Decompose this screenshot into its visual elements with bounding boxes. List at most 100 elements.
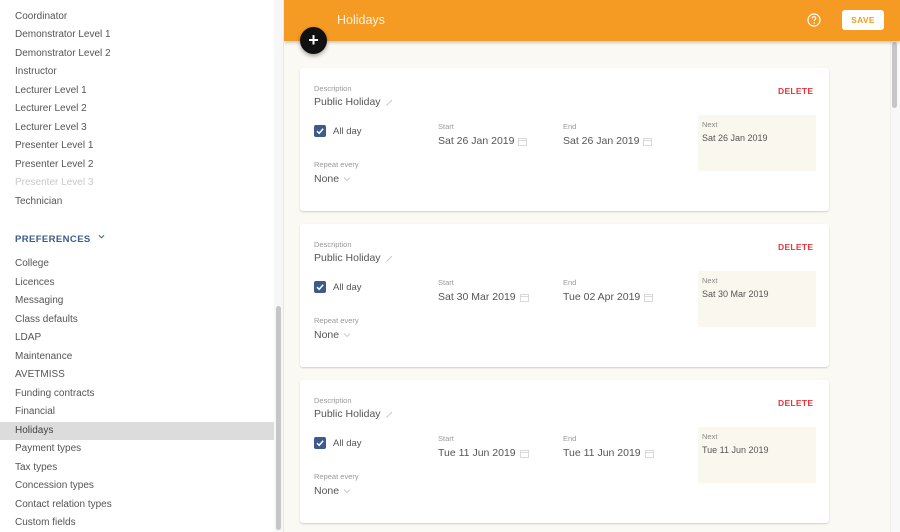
sidebar-item-demonstrator-level-1[interactable]: Demonstrator Level 1	[0, 26, 274, 45]
next-occurrence-box: Next Sat 30 Mar 2019	[698, 271, 816, 327]
description-value: Public Holiday	[314, 252, 381, 264]
sidebar-item-payment-types[interactable]: Payment types	[0, 440, 274, 459]
all-day-label: All day	[333, 126, 362, 137]
page-title: Holidays	[337, 13, 385, 27]
chevron-down-icon	[343, 333, 351, 338]
all-day-checkbox[interactable]	[314, 437, 326, 449]
sidebar-item-concession-types[interactable]: Concession types	[0, 477, 274, 496]
calendar-icon[interactable]	[643, 137, 653, 146]
next-date-value: Sat 26 Jan 2019	[702, 133, 768, 143]
repeat-value: None	[314, 329, 340, 341]
main-panel: Holidays SAVE + Description Public Holid…	[284, 0, 900, 532]
repeat-select[interactable]: None	[314, 485, 351, 497]
sidebar-item-funding-contracts[interactable]: Funding contracts	[0, 385, 274, 404]
start-date-field[interactable]: Sat 26 Jan 2019	[438, 135, 528, 147]
repeat-label: Repeat every	[314, 316, 359, 325]
end-label: End	[563, 434, 577, 443]
sidebar-scrollbar-thumb[interactable]	[276, 306, 281, 530]
calendar-icon[interactable]	[644, 293, 654, 302]
end-date-value: Sat 26 Jan 2019	[563, 135, 640, 147]
sidebar-item-technician[interactable]: Technician	[0, 193, 274, 212]
next-occurrence-box: Next Tue 11 Jun 2019	[698, 427, 816, 483]
sidebar-item-lecturer-level-1[interactable]: Lecturer Level 1	[0, 82, 274, 101]
sidebar-item-instructor[interactable]: Instructor	[0, 63, 274, 82]
calendar-icon[interactable]	[519, 293, 529, 302]
sidebar-item-class-defaults[interactable]: Class defaults	[0, 311, 274, 330]
main-scrollbar-thumb[interactable]	[892, 42, 897, 108]
end-date-field[interactable]: Tue 02 Apr 2019	[563, 291, 654, 303]
next-date-value: Sat 30 Mar 2019	[702, 289, 769, 299]
start-date-value: Sat 30 Mar 2019	[438, 291, 516, 303]
main-scrollbar-track[interactable]	[890, 41, 900, 532]
calendar-icon[interactable]	[519, 449, 529, 458]
app-header: Holidays SAVE	[284, 0, 900, 41]
calendar-icon[interactable]	[644, 449, 654, 458]
sidebar: Contractor Rate 2CoordinatorDemonstrator…	[0, 0, 284, 532]
chevron-down-icon	[343, 489, 351, 494]
sidebar-list: Contractor Rate 2CoordinatorDemonstrator…	[0, 0, 274, 532]
sidebar-item-coordinator[interactable]: Coordinator	[0, 8, 274, 27]
preferences-section-header[interactable]: PREFERENCES	[0, 225, 274, 255]
save-button[interactable]: SAVE	[842, 10, 884, 30]
description-field[interactable]: Public Holiday	[314, 96, 394, 108]
holiday-card: Description Public Holiday DELETE All da…	[300, 380, 829, 523]
sidebar-item-lecturer-level-2[interactable]: Lecturer Level 2	[0, 100, 274, 119]
repeat-select[interactable]: None	[314, 329, 351, 341]
end-date-field[interactable]: Sat 26 Jan 2019	[563, 135, 653, 147]
delete-button[interactable]: DELETE	[778, 398, 813, 408]
sidebar-item-college[interactable]: College	[0, 255, 274, 274]
repeat-select[interactable]: None	[314, 173, 351, 185]
all-day-checkbox[interactable]	[314, 125, 326, 137]
start-date-field[interactable]: Tue 11 Jun 2019	[438, 447, 529, 459]
all-day-checkbox[interactable]	[314, 281, 326, 293]
end-date-field[interactable]: Tue 11 Jun 2019	[563, 447, 654, 459]
sidebar-item-presenter-level-2[interactable]: Presenter Level 2	[0, 156, 274, 175]
delete-button[interactable]: DELETE	[778, 242, 813, 252]
end-date-value: Tue 02 Apr 2019	[563, 291, 641, 303]
description-field[interactable]: Public Holiday	[314, 252, 394, 264]
sidebar-item-licences[interactable]: Licences	[0, 274, 274, 293]
sidebar-item-tax-types[interactable]: Tax types	[0, 459, 274, 478]
start-label: Start	[438, 434, 454, 443]
all-day-label: All day	[333, 438, 362, 449]
sidebar-item-custom-fields[interactable]: Custom fields	[0, 514, 274, 532]
sidebar-item-messaging[interactable]: Messaging	[0, 292, 274, 311]
help-circle-icon[interactable]	[807, 13, 821, 27]
description-label: Description	[314, 240, 352, 249]
sidebar-item-presenter-level-3[interactable]: Presenter Level 3	[0, 174, 274, 193]
sidebar-item-contact-relation-types[interactable]: Contact relation types	[0, 496, 274, 515]
sidebar-item-holidays[interactable]: Holidays	[0, 421, 274, 440]
end-label: End	[563, 278, 577, 287]
repeat-label: Repeat every	[314, 472, 359, 481]
start-date-field[interactable]: Sat 30 Mar 2019	[438, 291, 529, 303]
sidebar-item-ldap[interactable]: LDAP	[0, 329, 274, 348]
sidebar-item-lecturer-level-3[interactable]: Lecturer Level 3	[0, 119, 274, 138]
start-label: Start	[438, 278, 454, 287]
calendar-icon[interactable]	[518, 137, 528, 146]
pencil-icon	[385, 99, 392, 106]
sidebar-item-demonstrator-level-2[interactable]: Demonstrator Level 2	[0, 45, 274, 64]
roles-list: Contractor Rate 2CoordinatorDemonstrator…	[0, 0, 274, 211]
add-holiday-button[interactable]: +	[300, 27, 327, 54]
start-label: Start	[438, 122, 454, 131]
sidebar-item-avetmiss[interactable]: AVETMISS	[0, 366, 274, 385]
next-label: Next	[702, 120, 718, 129]
sidebar-item-presenter-level-1[interactable]: Presenter Level 1	[0, 137, 274, 156]
sidebar-item-maintenance[interactable]: Maintenance	[0, 348, 274, 367]
pencil-icon	[385, 411, 392, 418]
checkmark-icon	[316, 128, 324, 135]
sidebar-item-contractor-rate-2[interactable]: Contractor Rate 2	[0, 0, 274, 8]
delete-button[interactable]: DELETE	[778, 86, 813, 96]
chevron-down-icon	[343, 177, 351, 182]
start-date-value: Sat 26 Jan 2019	[438, 135, 515, 147]
checkmark-icon	[316, 440, 324, 447]
plus-icon: +	[308, 30, 319, 50]
pencil-icon	[385, 255, 392, 262]
description-field[interactable]: Public Holiday	[314, 408, 394, 420]
checkmark-icon	[316, 284, 324, 291]
start-date-value: Tue 11 Jun 2019	[438, 447, 516, 459]
repeat-label: Repeat every	[314, 160, 359, 169]
preferences-section-title: PREFERENCES	[15, 234, 91, 245]
sidebar-item-financial[interactable]: Financial	[0, 403, 274, 422]
